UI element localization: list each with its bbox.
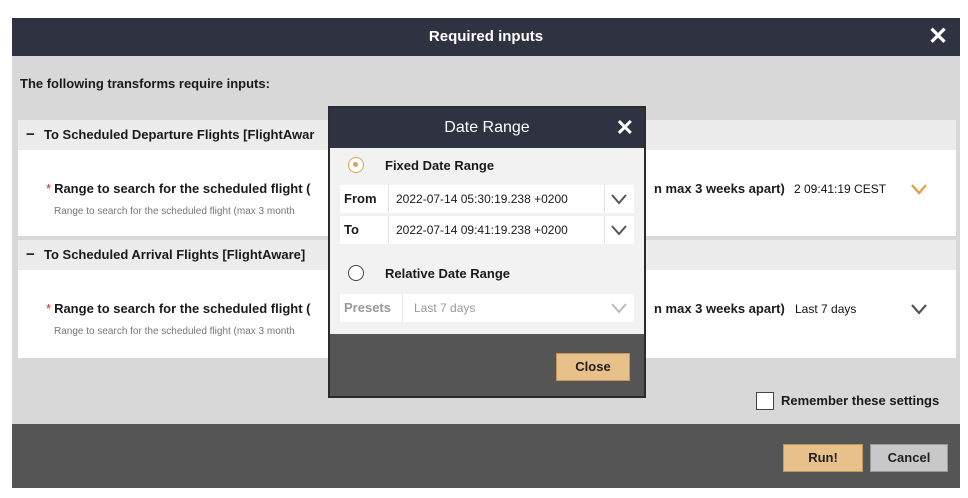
divider (388, 185, 389, 213)
fixed-range-label: Fixed Date Range (385, 158, 495, 173)
field-label: * Range to search for the scheduled fligh… (46, 181, 310, 196)
from-value[interactable]: 2022-07-14 05:30:19.238 +0200 (396, 185, 568, 213)
collapse-toggle[interactable]: − (26, 240, 35, 270)
field-help: Range to search for the scheduled flight… (54, 326, 295, 337)
presets-row: Presets Last 7 days (340, 294, 634, 322)
relative-range-label: Relative Date Range (385, 266, 510, 281)
run-button[interactable]: Run! (783, 444, 863, 472)
field-label-suffix: n max 3 weeks apart) (654, 181, 785, 196)
to-value[interactable]: 2022-07-14 09:41:19.238 +0200 (396, 216, 568, 244)
divider (388, 216, 389, 244)
popup-close-icon[interactable]: ✕ (616, 113, 634, 143)
from-label: From (344, 191, 377, 206)
dialog-titlebar: Required inputs ✕ (12, 18, 960, 56)
section-title: To Scheduled Departure Flights [FlightAw… (44, 127, 315, 142)
field-label-suffix: n max 3 weeks apart) (654, 301, 785, 316)
dialog-footer: Run! Cancel (12, 424, 960, 488)
to-label: To (344, 222, 359, 237)
close-button[interactable]: Close (556, 353, 630, 381)
popup-titlebar: Date Range ✕ (330, 108, 644, 148)
fixed-range-radio[interactable] (348, 157, 364, 173)
relative-range-radio[interactable] (348, 265, 364, 281)
presets-label: Presets (344, 300, 391, 315)
chevron-down-icon[interactable] (606, 297, 632, 319)
chevron-down-icon[interactable] (906, 178, 932, 200)
popup-title: Date Range (444, 119, 530, 136)
remember-checkbox[interactable] (756, 392, 774, 410)
presets-value[interactable]: Last 7 days (414, 294, 475, 322)
to-row: To 2022-07-14 09:41:19.238 +0200 (340, 216, 634, 244)
cancel-button[interactable]: Cancel (870, 444, 948, 472)
remember-label: Remember these settings (781, 393, 940, 408)
popup-footer: Close (330, 334, 644, 396)
field-label-text: Range to search for the scheduled flight… (54, 301, 311, 316)
collapse-toggle[interactable]: − (26, 120, 35, 150)
divider (604, 216, 605, 244)
date-range-value[interactable]: 2 09:41:19 CEST (794, 182, 886, 196)
field-label-text: Range to search for the scheduled flight… (54, 181, 311, 196)
field-label: * Range to search for the scheduled fligh… (46, 301, 310, 316)
section-title: To Scheduled Arrival Flights [FlightAwar… (44, 247, 306, 262)
date-range-popup: Date Range ✕ Fixed Date Range From 2022-… (328, 106, 646, 398)
dialog-title: Required inputs (428, 28, 544, 45)
chevron-down-icon[interactable] (606, 188, 632, 210)
required-marker: * (46, 301, 52, 316)
from-row: From 2022-07-14 05:30:19.238 +0200 (340, 185, 634, 213)
divider (402, 294, 403, 322)
chevron-down-icon[interactable] (606, 219, 632, 241)
date-range-value[interactable]: Last 7 days (795, 302, 856, 316)
required-marker: * (46, 181, 52, 196)
chevron-down-icon[interactable] (906, 298, 932, 320)
field-help: Range to search for the scheduled flight… (54, 206, 295, 217)
dialog-close-icon[interactable]: ✕ (924, 22, 952, 52)
divider (604, 185, 605, 213)
intro-text: The following transforms require inputs: (20, 76, 270, 91)
